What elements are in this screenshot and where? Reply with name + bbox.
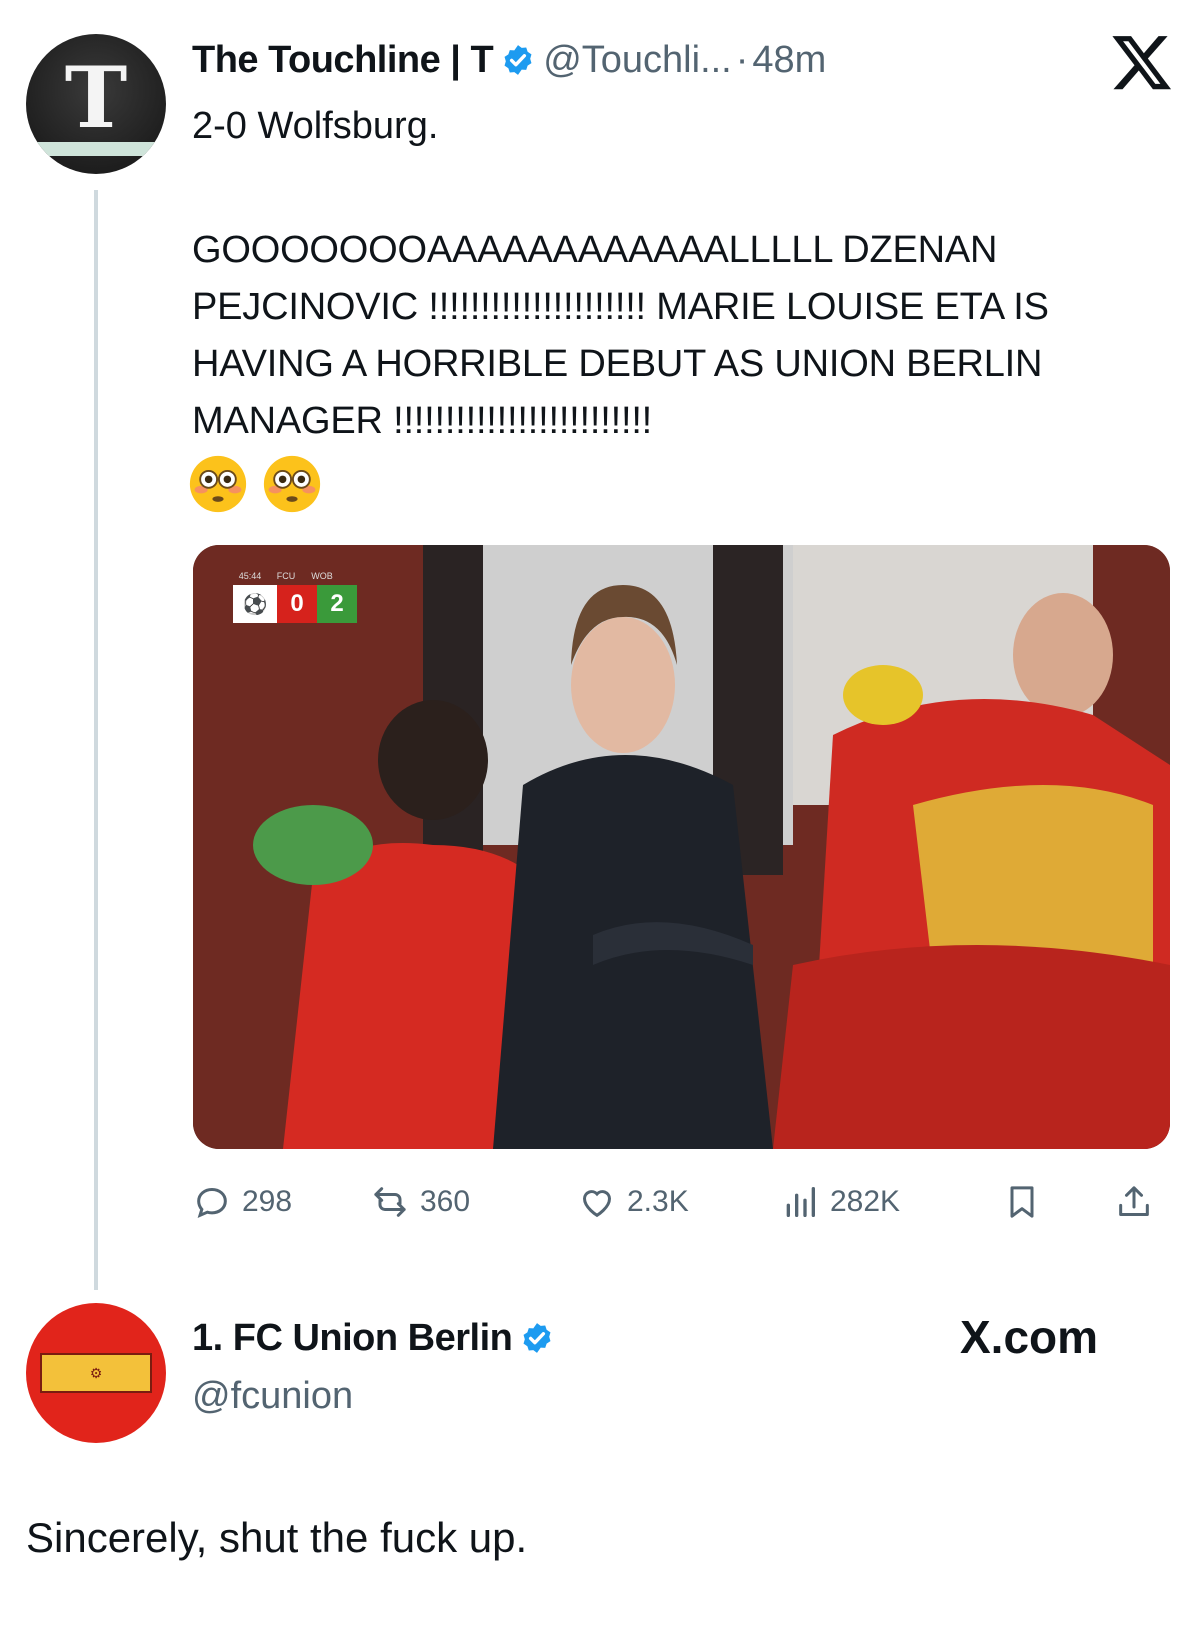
bundesliga-logo-icon: ⚽ — [233, 585, 277, 623]
reply-icon — [197, 1187, 227, 1218]
flushed-face-icon — [189, 455, 247, 513]
union-berlin-crest-icon: ⚙ — [40, 1353, 152, 1393]
union-berlin-avatar[interactable]: ⚙ — [26, 1303, 166, 1443]
reply-display-name[interactable]: 1. FC Union Berlin — [192, 1317, 513, 1360]
tweet-first-line: 2-0 Wolfsburg. — [192, 105, 439, 147]
handle[interactable]: @Touchli... — [543, 39, 732, 82]
views-button[interactable]: 282K — [780, 1176, 900, 1228]
match-clock: 45:44 — [238, 571, 262, 581]
verified-badge-icon — [523, 1323, 551, 1353]
x-logo-icon[interactable] — [1110, 30, 1174, 94]
touchline-avatar[interactable]: T — [26, 34, 166, 174]
heart-icon — [582, 1190, 612, 1218]
reply-text: Sincerely, shut the fuck up. — [26, 1514, 528, 1561]
home-team-abbr: FCU — [276, 571, 296, 581]
separator-dot: · — [735, 38, 749, 81]
flushed-face-icon — [263, 455, 321, 513]
reply-header: 1. FC Union Berlin — [192, 1310, 562, 1366]
avatar-stripe — [26, 142, 166, 156]
score-bug: 45:44 FCU WOB ⚽ 0 2 — [233, 571, 357, 623]
like-button[interactable]: 2.3K — [577, 1176, 689, 1228]
view-count: 282K — [830, 1185, 901, 1218]
timestamp[interactable]: 48m — [752, 39, 826, 82]
tweet-body: GOOOOOOOAAAAAAAAAAAALLLLL DZENAN PEJCINO… — [192, 229, 1049, 442]
dugout-photo-illustration — [193, 545, 1170, 1149]
bookmark-button[interactable] — [1002, 1176, 1042, 1228]
repost-count: 360 — [420, 1185, 471, 1218]
display-name[interactable]: The Touchline | T — [192, 39, 494, 82]
like-count: 2.3K — [627, 1185, 689, 1218]
bookmark-icon — [1010, 1186, 1034, 1218]
thread-connector-line — [94, 190, 98, 1290]
share-button[interactable] — [1114, 1176, 1154, 1228]
home-score: 0 — [277, 585, 317, 623]
away-score: 2 — [317, 585, 357, 623]
away-team-abbr: WOB — [311, 571, 333, 581]
views-chart-icon — [786, 1187, 815, 1217]
reply-handle[interactable]: @fcunion — [192, 1375, 353, 1418]
reply-button[interactable]: 298 — [192, 1176, 292, 1228]
tweet-actions: 298 360 2.3K 282K — [192, 1176, 1172, 1228]
repost-button[interactable]: 360 — [370, 1176, 470, 1228]
touchline-logo-icon: T — [64, 48, 128, 147]
share-icon — [1119, 1186, 1149, 1216]
verified-badge-icon — [504, 45, 532, 75]
tweet-header: The Touchline | T @Touchli... · 48m — [192, 32, 826, 88]
x-com-link[interactable]: X.com — [960, 1310, 1098, 1364]
repost-icon — [374, 1187, 406, 1217]
reply-count: 298 — [242, 1185, 293, 1218]
emoji-row — [188, 454, 322, 514]
tweet-photo[interactable]: 45:44 FCU WOB ⚽ 0 2 — [193, 545, 1170, 1149]
